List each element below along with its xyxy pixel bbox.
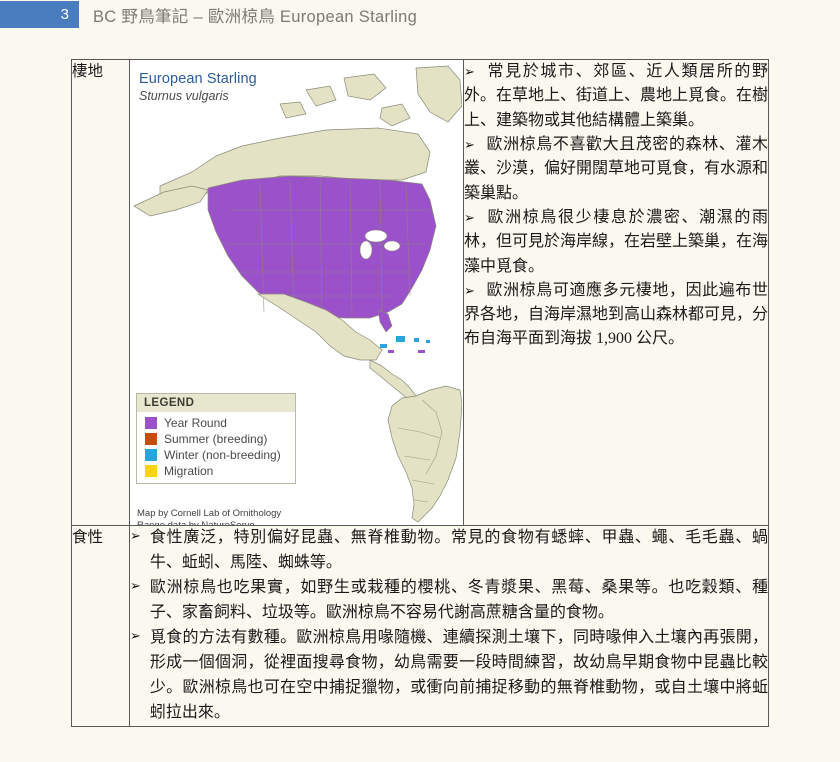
legend-swatch-winter — [145, 449, 157, 461]
habitat-bullet-3-text: 歐洲椋鳥很少棲息於濃密、潮濕的雨林，但可見於海岸線，在岩壁上築巢，在海藻中覓食。 — [464, 208, 769, 275]
habitat-bullet-4-text: 歐洲椋鳥可適應多元棲地，因此遍布世界各地，自海岸濕地到高山森林都可見，分布自海平… — [464, 281, 769, 348]
diet-bullet-2: ➢ 歐洲椋鳥也吃果實，如野生或栽種的櫻桃、冬青漿果、黑莓、桑果等。也吃穀類、種子… — [130, 576, 768, 626]
bullet-arrow-icon: ➢ — [464, 210, 475, 226]
diet-bullet-2-text: 歐洲椋鳥也吃果實，如野生或栽種的櫻桃、冬青漿果、黑莓、桑果等。也吃穀類、種子、家… — [149, 578, 768, 621]
bullet-arrow-icon: ➢ — [130, 628, 141, 644]
row-label-habitat: 棲地 — [71, 59, 130, 526]
habitat-bullet-4: ➢ 歐洲椋鳥可適應多元棲地，因此遍布世界各地，自海岸濕地到高山森林都可見，分布自海… — [464, 279, 768, 352]
page-header: 3 BC 野鳥筆記 – 歐洲椋鳥 European Starling — [0, 0, 840, 29]
habitat-text-cell: ➢ 常見於城市、郊區、近人類居所的野外。在草地上、街道上、農地上覓食。在樹上、建築… — [463, 59, 769, 526]
habitat-bullet-1-text: 常見於城市、郊區、近人類居所的野外。在草地上、街道上、農地上覓食。在樹上、建築物… — [464, 63, 769, 129]
diet-bullet-1-text: 食性廣泛，特別偏好昆蟲、無脊椎動物。常見的食物有蟋蟀、甲蟲、蠅、毛毛蟲、蝸牛、蚯… — [149, 529, 768, 571]
legend-label-winter: Winter (non-breeding) — [164, 448, 281, 462]
legend-item-winter: Winter (non-breeding) — [137, 447, 295, 463]
page-number-badge: 3 — [0, 1, 79, 28]
range-map-figure: European Starling Sturnus vulgaris LEGEN… — [130, 60, 462, 525]
legend-item-year-round: Year Round — [137, 415, 295, 431]
map-credit-line-1: Map by Cornell Lab of Ornithology — [137, 508, 282, 519]
map-scientific-name: Sturnus vulgaris — [139, 89, 229, 103]
map-credit: Map by Cornell Lab of Ornithology Range … — [137, 508, 281, 525]
map-title: European Starling — [139, 71, 257, 87]
legend-swatch-summer — [145, 433, 157, 445]
bullet-arrow-icon: ➢ — [130, 578, 141, 594]
bird-notes-table: 棲地 European Starling Sturnus vulgaris LE… — [71, 59, 769, 727]
legend-label-year-round: Year Round — [164, 416, 227, 430]
diet-text-cell: ➢ 食性廣泛，特別偏好昆蟲、無脊椎動物。常見的食物有蟋蟀、甲蟲、蠅、毛毛蟲、蝸牛… — [129, 525, 769, 727]
range-map-cell: European Starling Sturnus vulgaris LEGEN… — [129, 59, 464, 526]
legend-swatch-year-round — [145, 417, 157, 429]
habitat-bullet-3: ➢ 歐洲椋鳥很少棲息於濃密、潮濕的雨林，但可見於海岸線，在岩壁上築巢，在海藻中覓食… — [464, 206, 768, 279]
legend-swatch-migration — [145, 465, 157, 477]
document-page: 3 BC 野鳥筆記 – 歐洲椋鳥 European Starling 棲地 Eu… — [0, 0, 840, 762]
legend-item-summer: Summer (breeding) — [137, 431, 295, 447]
diet-bullet-3-text: 覓食的方法有數種。歐洲椋鳥用喙隨機、連續探測土壤下，同時喙伸入土壤內再張開，形成… — [149, 628, 768, 721]
habitat-bullet-2-text: 歐洲椋鳥不喜歡大且茂密的森林、灌木叢、沙漠，偏好開闊草地可覓食，有水源和築巢點。 — [464, 135, 769, 202]
bullet-arrow-icon: ➢ — [464, 283, 475, 299]
bullet-arrow-icon: ➢ — [464, 65, 475, 80]
diet-bullet-3: ➢ 覓食的方法有數種。歐洲椋鳥用喙隨機、連續探測土壤下，同時喙伸入土壤內再張開，… — [130, 626, 768, 726]
legend-header: LEGEND — [137, 394, 295, 412]
page-title: BC 野鳥筆記 – 歐洲椋鳥 European Starling — [93, 7, 418, 26]
table-row-habitat: 棲地 European Starling Sturnus vulgaris LE… — [71, 59, 769, 526]
map-legend: LEGEND Year Round Summer (breeding) Wint… — [136, 393, 296, 484]
bullet-arrow-icon: ➢ — [464, 137, 475, 153]
legend-label-summer: Summer (breeding) — [164, 432, 268, 446]
table-row-diet: 食性 ➢ 食性廣泛，特別偏好昆蟲、無脊椎動物。常見的食物有蟋蟀、甲蟲、蠅、毛毛蟲… — [71, 525, 769, 727]
legend-item-migration: Migration — [137, 463, 295, 479]
diet-bullet-1: ➢ 食性廣泛，特別偏好昆蟲、無脊椎動物。常見的食物有蟋蟀、甲蟲、蠅、毛毛蟲、蝸牛… — [130, 526, 768, 576]
habitat-bullet-2: ➢ 歐洲椋鳥不喜歡大且茂密的森林、灌木叢、沙漠，偏好開闊草地可覓食，有水源和築巢點… — [464, 133, 768, 206]
map-credit-line-2: Range data by NatureServe — [137, 520, 281, 525]
bullet-arrow-icon: ➢ — [130, 529, 141, 544]
habitat-bullet-1: ➢ 常見於城市、郊區、近人類居所的野外。在草地上、街道上、農地上覓食。在樹上、建築… — [464, 60, 768, 133]
legend-label-migration: Migration — [164, 464, 214, 478]
row-label-diet: 食性 — [71, 525, 130, 727]
